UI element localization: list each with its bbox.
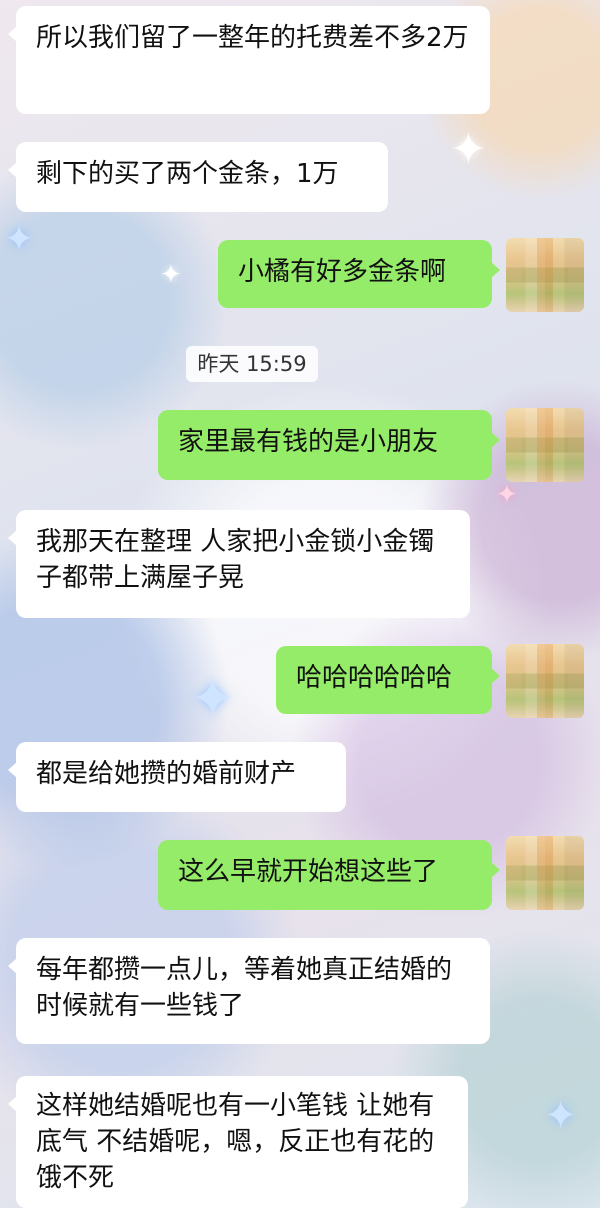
user-avatar[interactable] (506, 408, 584, 482)
user-avatar[interactable] (506, 238, 584, 312)
user-avatar[interactable] (506, 836, 584, 910)
outgoing-message[interactable]: 家里最有钱的是小朋友 (158, 410, 500, 480)
incoming-message[interactable]: 都是给她攒的婚前财产 (8, 742, 346, 812)
sparkle-icon: ✦ (4, 219, 35, 260)
user-avatar[interactable] (506, 644, 584, 718)
sparkle-icon: ✦ (450, 124, 487, 175)
outgoing-message[interactable]: 哈哈哈哈哈哈 (276, 646, 500, 714)
incoming-message[interactable]: 我那天在整理 人家把小金锁小金镯子都带上满屋子晃 (8, 510, 470, 618)
outgoing-message[interactable]: 这么早就开始想这些了 (158, 840, 500, 910)
incoming-message[interactable]: 每年都攒一点儿，等着她真正结婚的时候就有一些钱了 (8, 938, 490, 1044)
incoming-message[interactable]: 所以我们留了一整年的托费差不多2万 (8, 6, 490, 114)
incoming-message[interactable]: 剩下的买了两个金条，1万 (8, 142, 388, 212)
sparkle-icon: ✦ (190, 667, 236, 730)
sparkle-icon: ✦ (160, 260, 182, 290)
sparkle-icon: ✦ (544, 1093, 578, 1139)
sparkle-icon: ✦ (496, 480, 518, 510)
chat-timestamp: 昨天 15:59 (186, 346, 318, 382)
incoming-message[interactable]: 这样她结婚呢也有一小笔钱 让她有底气 不结婚呢，嗯，反正也有花的饿不死 (8, 1076, 468, 1208)
outgoing-message[interactable]: 小橘有好多金条啊 (218, 240, 500, 308)
